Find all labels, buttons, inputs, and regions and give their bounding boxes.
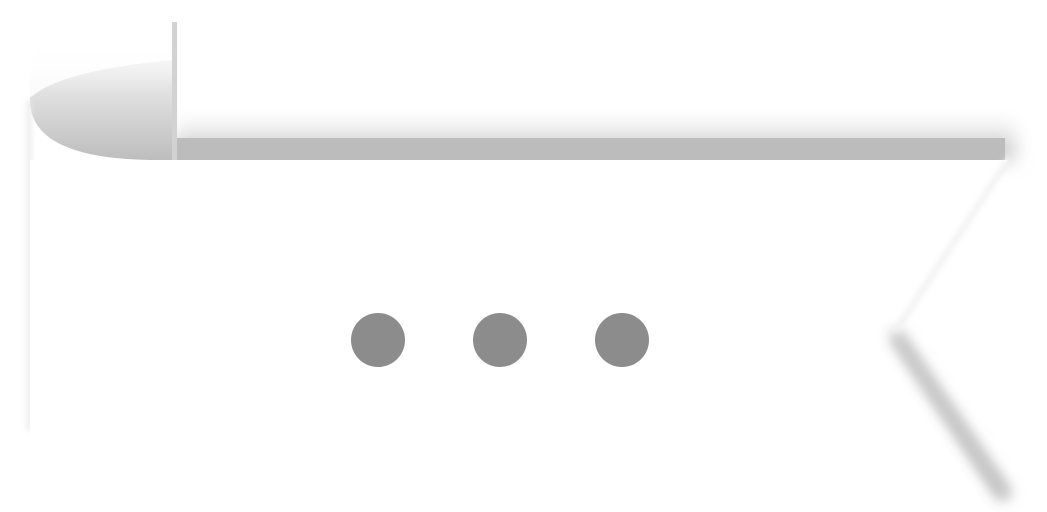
dot-3 xyxy=(595,313,649,367)
dot-1 xyxy=(351,313,405,367)
ribbon-banner xyxy=(0,0,1047,512)
dot-2 xyxy=(473,313,527,367)
ribbon-shape xyxy=(27,22,1015,500)
more-horizontal-icon xyxy=(351,313,651,367)
